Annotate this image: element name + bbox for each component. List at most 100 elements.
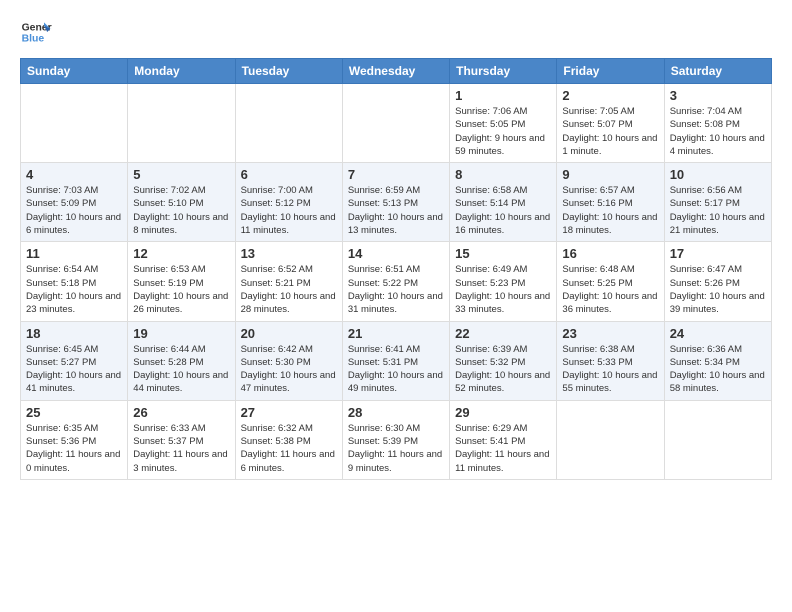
page-header: General Blue — [20, 16, 772, 48]
calendar-cell — [21, 84, 128, 163]
day-info: Sunrise: 6:32 AM Sunset: 5:38 PM Dayligh… — [241, 422, 337, 475]
calendar-week-row: 4 Sunrise: 7:03 AM Sunset: 5:09 PM Daylig… — [21, 163, 772, 242]
day-info: Sunrise: 7:03 AM Sunset: 5:09 PM Dayligh… — [26, 184, 122, 237]
day-info: Sunrise: 7:06 AM Sunset: 5:05 PM Dayligh… — [455, 105, 551, 158]
day-number: 12 — [133, 246, 229, 261]
calendar-cell: 1 Sunrise: 7:06 AM Sunset: 5:05 PM Daylig… — [450, 84, 557, 163]
day-number: 29 — [455, 405, 551, 420]
day-number: 16 — [562, 246, 658, 261]
calendar-cell: 19 Sunrise: 6:44 AM Sunset: 5:28 PM Dayli… — [128, 321, 235, 400]
calendar-cell — [342, 84, 449, 163]
day-number: 24 — [670, 326, 766, 341]
day-info: Sunrise: 6:47 AM Sunset: 5:26 PM Dayligh… — [670, 263, 766, 316]
calendar-cell: 7 Sunrise: 6:59 AM Sunset: 5:13 PM Daylig… — [342, 163, 449, 242]
calendar-cell: 4 Sunrise: 7:03 AM Sunset: 5:09 PM Daylig… — [21, 163, 128, 242]
calendar-cell: 22 Sunrise: 6:39 AM Sunset: 5:32 PM Dayli… — [450, 321, 557, 400]
day-number: 19 — [133, 326, 229, 341]
weekday-header: Wednesday — [342, 59, 449, 84]
day-number: 14 — [348, 246, 444, 261]
day-info: Sunrise: 6:54 AM Sunset: 5:18 PM Dayligh… — [26, 263, 122, 316]
day-info: Sunrise: 6:48 AM Sunset: 5:25 PM Dayligh… — [562, 263, 658, 316]
calendar-cell: 14 Sunrise: 6:51 AM Sunset: 5:22 PM Dayli… — [342, 242, 449, 321]
day-number: 13 — [241, 246, 337, 261]
day-number: 6 — [241, 167, 337, 182]
day-number: 23 — [562, 326, 658, 341]
calendar-cell: 26 Sunrise: 6:33 AM Sunset: 5:37 PM Dayli… — [128, 400, 235, 479]
day-number: 22 — [455, 326, 551, 341]
calendar-week-row: 11 Sunrise: 6:54 AM Sunset: 5:18 PM Dayli… — [21, 242, 772, 321]
day-number: 28 — [348, 405, 444, 420]
day-number: 27 — [241, 405, 337, 420]
day-info: Sunrise: 7:00 AM Sunset: 5:12 PM Dayligh… — [241, 184, 337, 237]
calendar-cell: 12 Sunrise: 6:53 AM Sunset: 5:19 PM Dayli… — [128, 242, 235, 321]
weekday-header: Tuesday — [235, 59, 342, 84]
day-info: Sunrise: 7:02 AM Sunset: 5:10 PM Dayligh… — [133, 184, 229, 237]
calendar-cell: 24 Sunrise: 6:36 AM Sunset: 5:34 PM Dayli… — [664, 321, 771, 400]
day-number: 21 — [348, 326, 444, 341]
calendar-week-row: 25Sunrise: 6:35 AM Sunset: 5:36 PM Dayli… — [21, 400, 772, 479]
calendar-cell — [664, 400, 771, 479]
calendar-cell: 17 Sunrise: 6:47 AM Sunset: 5:26 PM Dayli… — [664, 242, 771, 321]
day-number: 1 — [455, 88, 551, 103]
weekday-header: Saturday — [664, 59, 771, 84]
day-number: 20 — [241, 326, 337, 341]
calendar-cell: 10 Sunrise: 6:56 AM Sunset: 5:17 PM Dayli… — [664, 163, 771, 242]
calendar-cell: 6 Sunrise: 7:00 AM Sunset: 5:12 PM Daylig… — [235, 163, 342, 242]
day-info: Sunrise: 6:33 AM Sunset: 5:37 PM Dayligh… — [133, 422, 229, 475]
calendar-week-row: 1 Sunrise: 7:06 AM Sunset: 5:05 PM Daylig… — [21, 84, 772, 163]
calendar-header-row: SundayMondayTuesdayWednesdayThursdayFrid… — [21, 59, 772, 84]
day-info: Sunrise: 6:51 AM Sunset: 5:22 PM Dayligh… — [348, 263, 444, 316]
day-info: Sunrise: 6:42 AM Sunset: 5:30 PM Dayligh… — [241, 343, 337, 396]
day-number: 9 — [562, 167, 658, 182]
day-number: 2 — [562, 88, 658, 103]
weekday-header: Monday — [128, 59, 235, 84]
day-number: 11 — [26, 246, 122, 261]
day-number: 15 — [455, 246, 551, 261]
calendar-cell: 16 Sunrise: 6:48 AM Sunset: 5:25 PM Dayli… — [557, 242, 664, 321]
weekday-header: Sunday — [21, 59, 128, 84]
day-info: Sunrise: 6:56 AM Sunset: 5:17 PM Dayligh… — [670, 184, 766, 237]
calendar-week-row: 18Sunrise: 6:45 AM Sunset: 5:27 PM Dayli… — [21, 321, 772, 400]
day-info: Sunrise: 6:57 AM Sunset: 5:16 PM Dayligh… — [562, 184, 658, 237]
day-info: Sunrise: 6:36 AM Sunset: 5:34 PM Dayligh… — [670, 343, 766, 396]
day-info: Sunrise: 7:05 AM Sunset: 5:07 PM Dayligh… — [562, 105, 658, 158]
calendar-cell: 9 Sunrise: 6:57 AM Sunset: 5:16 PM Daylig… — [557, 163, 664, 242]
day-info: Sunrise: 6:38 AM Sunset: 5:33 PM Dayligh… — [562, 343, 658, 396]
day-number: 8 — [455, 167, 551, 182]
day-info: Sunrise: 6:49 AM Sunset: 5:23 PM Dayligh… — [455, 263, 551, 316]
weekday-header: Thursday — [450, 59, 557, 84]
calendar-cell: 13 Sunrise: 6:52 AM Sunset: 5:21 PM Dayli… — [235, 242, 342, 321]
calendar-cell: 23 Sunrise: 6:38 AM Sunset: 5:33 PM Dayli… — [557, 321, 664, 400]
calendar-cell: 11 Sunrise: 6:54 AM Sunset: 5:18 PM Dayli… — [21, 242, 128, 321]
day-info: Sunrise: 6:53 AM Sunset: 5:19 PM Dayligh… — [133, 263, 229, 316]
calendar-cell: 2 Sunrise: 7:05 AM Sunset: 5:07 PM Daylig… — [557, 84, 664, 163]
calendar-cell: 25Sunrise: 6:35 AM Sunset: 5:36 PM Dayli… — [21, 400, 128, 479]
day-number: 5 — [133, 167, 229, 182]
calendar-cell: 18Sunrise: 6:45 AM Sunset: 5:27 PM Dayli… — [21, 321, 128, 400]
day-info: Sunrise: 6:41 AM Sunset: 5:31 PM Dayligh… — [348, 343, 444, 396]
day-info: Sunrise: 6:30 AM Sunset: 5:39 PM Dayligh… — [348, 422, 444, 475]
day-info: Sunrise: 6:58 AM Sunset: 5:14 PM Dayligh… — [455, 184, 551, 237]
day-number: 26 — [133, 405, 229, 420]
day-info: Sunrise: 6:39 AM Sunset: 5:32 PM Dayligh… — [455, 343, 551, 396]
day-number: 4 — [26, 167, 122, 182]
calendar-cell: 20 Sunrise: 6:42 AM Sunset: 5:30 PM Dayli… — [235, 321, 342, 400]
day-number: 7 — [348, 167, 444, 182]
day-number: 17 — [670, 246, 766, 261]
calendar-cell — [557, 400, 664, 479]
day-info: Sunrise: 6:29 AM Sunset: 5:41 PM Dayligh… — [455, 422, 551, 475]
calendar-cell — [235, 84, 342, 163]
logo-icon: General Blue — [20, 16, 52, 48]
day-info: Sunrise: 6:45 AM Sunset: 5:27 PM Dayligh… — [26, 343, 122, 396]
day-info: Sunrise: 6:59 AM Sunset: 5:13 PM Dayligh… — [348, 184, 444, 237]
calendar-cell: 28 Sunrise: 6:30 AM Sunset: 5:39 PM Dayli… — [342, 400, 449, 479]
calendar-cell: 5 Sunrise: 7:02 AM Sunset: 5:10 PM Daylig… — [128, 163, 235, 242]
day-number: 10 — [670, 167, 766, 182]
svg-text:Blue: Blue — [22, 34, 45, 45]
calendar-cell — [128, 84, 235, 163]
calendar-cell: 29 Sunrise: 6:29 AM Sunset: 5:41 PM Dayli… — [450, 400, 557, 479]
calendar-table: SundayMondayTuesdayWednesdayThursdayFrid… — [20, 58, 772, 480]
day-number: 25 — [26, 405, 122, 420]
day-info: Sunrise: 6:52 AM Sunset: 5:21 PM Dayligh… — [241, 263, 337, 316]
day-info: Sunrise: 6:44 AM Sunset: 5:28 PM Dayligh… — [133, 343, 229, 396]
